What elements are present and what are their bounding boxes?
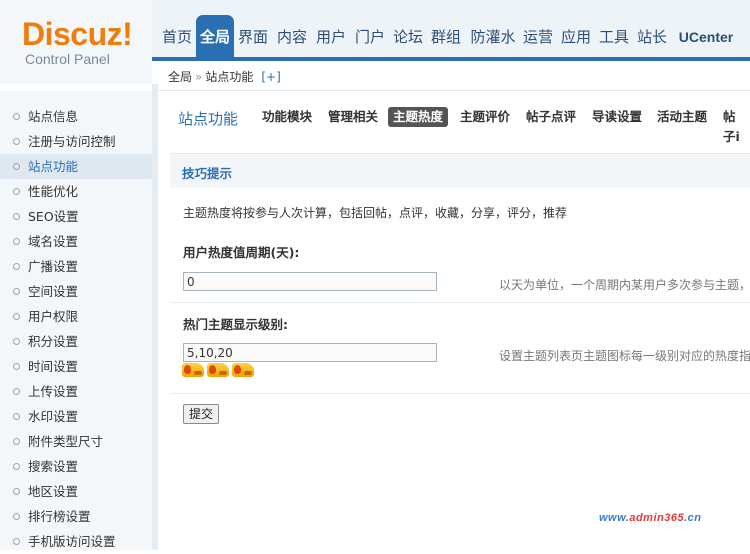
bullet-icon bbox=[13, 213, 20, 220]
sidebar-item-seo[interactable]: SEO设置 bbox=[0, 204, 152, 229]
bullet-icon bbox=[13, 113, 20, 120]
fire-level-2-icon bbox=[207, 363, 229, 377]
breadcrumb-bar: 全局» 站点功能 [+] bbox=[158, 61, 750, 91]
add-shortcut-button[interactable]: [+] bbox=[261, 70, 280, 84]
breadcrumb-current: 站点功能 bbox=[205, 70, 254, 84]
bullet-icon bbox=[13, 388, 20, 395]
bullet-icon bbox=[13, 463, 20, 470]
row-divider bbox=[170, 393, 750, 394]
breadcrumb-root[interactable]: 全局 bbox=[168, 70, 192, 84]
bullet-icon bbox=[13, 288, 20, 295]
main-content: 站点功能 功能模块 管理相关 主题热度 主题评价 帖子点评 导读设置 活动主题 … bbox=[158, 91, 750, 550]
tips-text: 主题热度将按参与人次计算，包括回帖，点评，收藏，分享，评分，推荐 bbox=[183, 206, 568, 220]
sidebar-item-domain[interactable]: 域名设置 bbox=[0, 229, 152, 254]
bullet-icon bbox=[13, 313, 20, 320]
tab-activity-threads[interactable]: 活动主题 bbox=[652, 107, 712, 127]
fire-level-1-icon bbox=[182, 363, 204, 377]
nav-tab-forum[interactable]: 论坛 bbox=[390, 17, 426, 57]
bullet-icon bbox=[13, 363, 20, 370]
nav-tab-ucenter[interactable]: UCenter bbox=[674, 17, 738, 57]
tab-post-more[interactable]: 帖子i bbox=[718, 107, 750, 144]
bullet-icon bbox=[13, 538, 20, 545]
tab-management[interactable]: 管理相关 bbox=[323, 107, 383, 127]
nav-tab-users[interactable]: 用户 bbox=[313, 17, 349, 57]
sidebar-item-attachment-types[interactable]: 附件类型尺寸 bbox=[0, 429, 152, 454]
discuz-logo[interactable]: Discuz! bbox=[22, 16, 133, 52]
bullet-icon bbox=[13, 188, 20, 195]
bullet-icon bbox=[13, 338, 20, 345]
nav-tab-content[interactable]: 内容 bbox=[274, 17, 310, 57]
heat-period-input[interactable] bbox=[183, 272, 437, 291]
tips-header: 技巧提示 bbox=[170, 153, 750, 188]
sidebar-item-performance[interactable]: 性能优化 bbox=[0, 179, 152, 204]
page-title: 站点功能 bbox=[178, 110, 239, 128]
nav-tab-apps[interactable]: 应用 bbox=[558, 17, 594, 57]
sidebar-item-site-features[interactable]: 站点功能 bbox=[0, 154, 152, 179]
hot-levels-input[interactable] bbox=[183, 343, 437, 362]
tab-post-comments[interactable]: 帖子点评 bbox=[521, 107, 581, 127]
hot-levels-label: 热门主题显示级别: bbox=[183, 317, 288, 332]
site-watermark: www.admin365.cn bbox=[599, 512, 702, 524]
bullet-icon bbox=[13, 238, 20, 245]
breadcrumb-separator: » bbox=[195, 70, 203, 84]
tips-title: 技巧提示 bbox=[182, 166, 233, 181]
sidebar: 站点信息 注册与访问控制 站点功能 性能优化 SEO设置 域名设置 广播设置 空… bbox=[0, 91, 152, 550]
hot-levels-hint: 设置主题列表页主题图标每一级别对应的热度指 bbox=[499, 349, 750, 363]
sidebar-item-region[interactable]: 地区设置 bbox=[0, 479, 152, 504]
submit-button[interactable]: 提交 bbox=[183, 404, 220, 424]
heat-period-hint: 以天为单位，一个周期内某用户多次参与主题， bbox=[499, 278, 750, 292]
bullet-icon bbox=[13, 163, 20, 170]
sidebar-item-credits[interactable]: 积分设置 bbox=[0, 329, 152, 354]
sidebar-item-ranking[interactable]: 排行榜设置 bbox=[0, 504, 152, 529]
bullet-icon bbox=[13, 263, 20, 270]
logo-area: Discuz! Control Panel bbox=[0, 0, 152, 84]
sidebar-item-register-access[interactable]: 注册与访问控制 bbox=[0, 129, 152, 154]
nav-tab-anti-spam[interactable]: 防灌水 bbox=[467, 17, 519, 57]
sidebar-item-upload[interactable]: 上传设置 bbox=[0, 379, 152, 404]
sidebar-item-time[interactable]: 时间设置 bbox=[0, 354, 152, 379]
sidebar-item-watermark[interactable]: 水印设置 bbox=[0, 404, 152, 429]
bullet-icon bbox=[13, 438, 20, 445]
tab-thread-rating[interactable]: 主题评价 bbox=[455, 107, 515, 127]
nav-tab-admin[interactable]: 站长 bbox=[634, 17, 670, 57]
bullet-icon bbox=[13, 513, 20, 520]
sidebar-item-user-permissions[interactable]: 用户权限 bbox=[0, 304, 152, 329]
logo-subtitle: Control Panel bbox=[25, 51, 110, 67]
tab-feature-modules[interactable]: 功能模块 bbox=[257, 107, 317, 127]
tab-thread-heat[interactable]: 主题热度 bbox=[388, 107, 449, 127]
row-divider bbox=[170, 302, 750, 303]
heat-period-label: 用户热度值周期(天): bbox=[183, 245, 300, 260]
nav-tab-groups[interactable]: 群组 bbox=[428, 17, 464, 57]
tab-guide-settings[interactable]: 导读设置 bbox=[587, 107, 647, 127]
sidebar-item-site-info[interactable]: 站点信息 bbox=[0, 104, 152, 129]
nav-tab-home[interactable]: 首页 bbox=[159, 17, 195, 57]
fire-icons bbox=[182, 363, 257, 377]
bullet-icon bbox=[13, 488, 20, 495]
nav-tab-interface[interactable]: 界面 bbox=[235, 17, 271, 57]
breadcrumb: 全局» 站点功能 [+] bbox=[168, 68, 281, 85]
bullet-icon bbox=[13, 138, 20, 145]
sidebar-item-search[interactable]: 搜索设置 bbox=[0, 454, 152, 479]
fire-level-3-icon bbox=[232, 363, 254, 377]
bullet-icon bbox=[13, 413, 20, 420]
sidebar-item-mobile[interactable]: 手机版访问设置 bbox=[0, 529, 152, 554]
nav-tab-portal[interactable]: 门户 bbox=[352, 17, 388, 57]
sidebar-item-space[interactable]: 空间设置 bbox=[0, 279, 152, 304]
nav-tab-operations[interactable]: 运营 bbox=[520, 17, 556, 57]
nav-tab-tools[interactable]: 工具 bbox=[596, 17, 632, 57]
nav-tab-global[interactable]: 全局 bbox=[196, 15, 234, 59]
sidebar-item-broadcast[interactable]: 广播设置 bbox=[0, 254, 152, 279]
